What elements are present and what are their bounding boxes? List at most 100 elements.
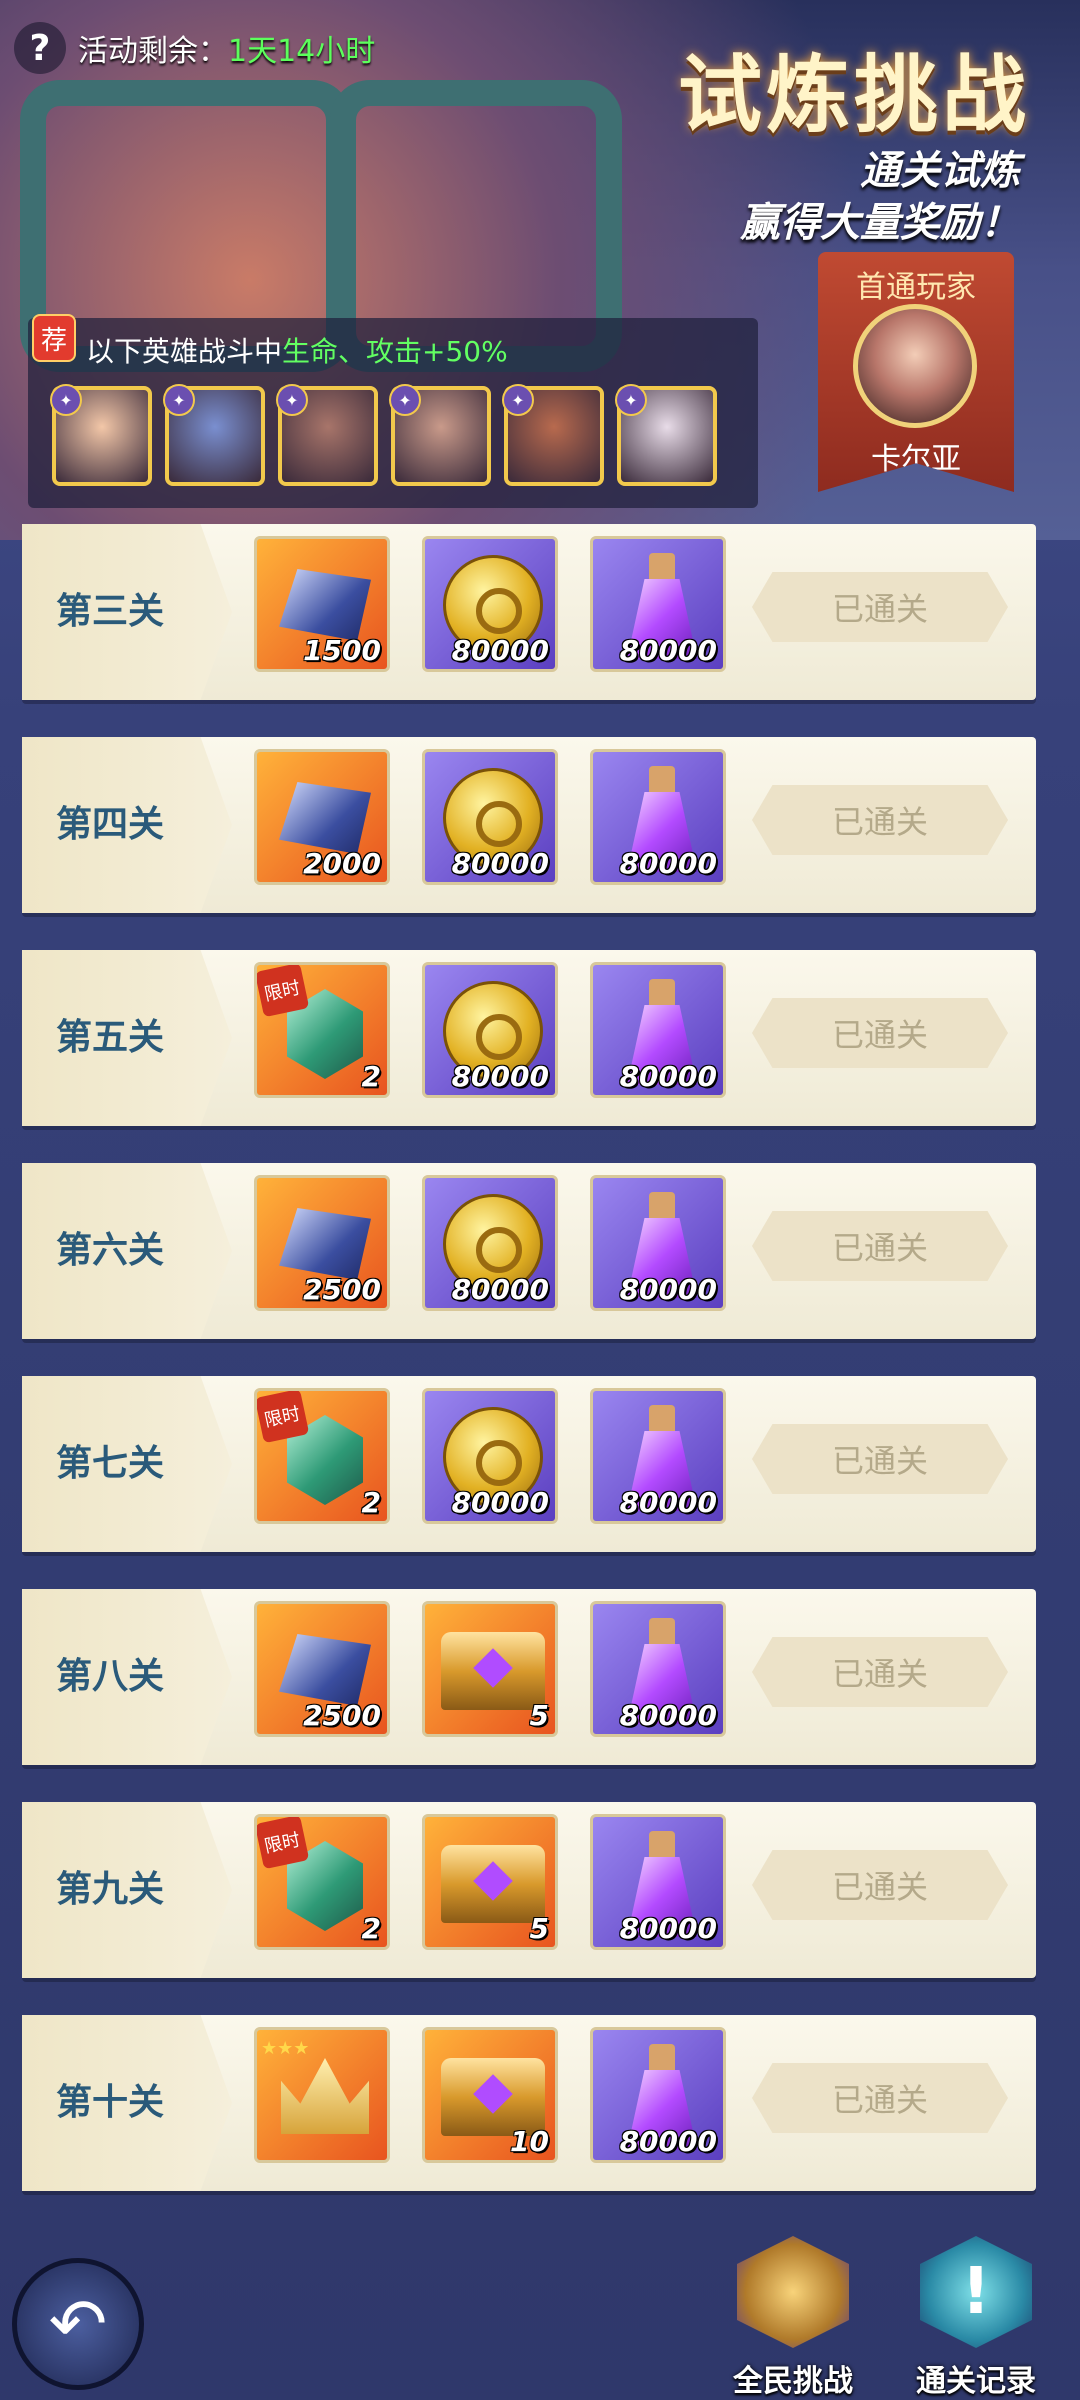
- stage-label: 第三关: [56, 591, 165, 632]
- reward-item-gem[interactable]: 2500: [254, 1175, 390, 1311]
- crystal-icon: [279, 1208, 371, 1280]
- hero-portrait[interactable]: ✦: [502, 384, 604, 486]
- question-mark-icon[interactable]: ?: [14, 22, 66, 74]
- reward-item-token[interactable]: 限时 2: [254, 962, 390, 1098]
- reward-item-gem[interactable]: 2000: [254, 749, 390, 885]
- stage-row: 第三关 1500 80000 80000 已通关: [22, 524, 1036, 700]
- stage-label: 第五关: [56, 1017, 165, 1058]
- reward-quantity: 80000: [619, 1699, 717, 1732]
- cleared-status-button[interactable]: 已通关: [752, 572, 1008, 642]
- reward-quantity: 80000: [451, 634, 549, 667]
- reward-item-gem[interactable]: 1500: [254, 536, 390, 672]
- clear-records-button[interactable]: ! 通关记录: [906, 2236, 1046, 2400]
- hero-class-icon: ✦: [50, 384, 82, 416]
- reward-item-coin[interactable]: 80000: [422, 962, 558, 1098]
- event-timer-bar: ? 活动剩余： 1天14小时: [14, 22, 375, 74]
- stage-row: 第五关 限时 2 80000 80000 已通关: [22, 950, 1036, 1126]
- reward-item-potion[interactable]: 80000: [590, 2027, 726, 2163]
- crystal-icon: [279, 782, 371, 854]
- reward-item-chest[interactable]: 5: [422, 1814, 558, 1950]
- timer-value: 1天14小时: [228, 34, 376, 69]
- recommend-badge: 荐: [32, 314, 76, 362]
- reward-quantity: 80000: [619, 1486, 717, 1519]
- limited-time-tag: 限时: [257, 1391, 310, 1444]
- reward-quantity: 5: [529, 1912, 549, 1945]
- all-challenge-button[interactable]: 全民挑战: [723, 2236, 863, 2400]
- hero-portrait[interactable]: ✦: [276, 384, 378, 486]
- limited-time-tag: 限时: [257, 1817, 310, 1870]
- reward-item-chest[interactable]: 5: [422, 1601, 558, 1737]
- reward-item-chest[interactable]: 10: [422, 2027, 558, 2163]
- reward-item-coin[interactable]: 80000: [422, 1175, 558, 1311]
- exclamation-icon: !: [920, 2236, 1032, 2348]
- reward-item-token[interactable]: 限时 2: [254, 1388, 390, 1524]
- cleared-status-button[interactable]: 已通关: [752, 785, 1008, 855]
- stage-label: 第七关: [56, 1443, 165, 1484]
- reward-quantity: 2500: [303, 1699, 381, 1732]
- stage-row: 第七关 限时 2 80000 80000 已通关: [22, 1376, 1036, 1552]
- potion-cork: [649, 766, 675, 796]
- first-clear-title: 首通玩家: [856, 270, 976, 305]
- cleared-status-button[interactable]: 已通关: [752, 2063, 1008, 2133]
- reward-item-potion[interactable]: 80000: [590, 1388, 726, 1524]
- potion-cork: [649, 1831, 675, 1861]
- stage-row: 第八关 2500 5 80000 已通关: [22, 1589, 1036, 1765]
- reward-item-crown[interactable]: ★★★: [254, 2027, 390, 2163]
- reward-item-potion[interactable]: 80000: [590, 536, 726, 672]
- star-rating-icon: ★★★: [261, 2038, 310, 2059]
- crystal-icon: [279, 1634, 371, 1706]
- stage-row: 第六关 2500 80000 80000 已通关: [22, 1163, 1036, 1339]
- reward-quantity: 2: [361, 1486, 381, 1519]
- page-title: 试炼挑战: [677, 45, 1030, 144]
- stage-row: 第十关 ★★★ 10 80000 已通关: [22, 2015, 1036, 2191]
- reward-item-potion[interactable]: 80000: [590, 1175, 726, 1311]
- cleared-status-button[interactable]: 已通关: [752, 998, 1008, 1068]
- potion-cork: [649, 1618, 675, 1648]
- subtitle-line1: 通关试炼: [860, 148, 1020, 194]
- hero-class-icon: ✦: [389, 384, 421, 416]
- buff-description: 以下英雄战斗中生命、攻击+50%: [86, 330, 508, 370]
- stage-label: 第四关: [56, 804, 165, 845]
- cleared-status-button[interactable]: 已通关: [752, 1424, 1008, 1494]
- reward-item-token[interactable]: 限时 2: [254, 1814, 390, 1950]
- reward-item-potion[interactable]: 80000: [590, 1814, 726, 1950]
- cleared-status-button[interactable]: 已通关: [752, 1211, 1008, 1281]
- reward-item-potion[interactable]: 80000: [590, 749, 726, 885]
- crystal-icon: [279, 569, 371, 641]
- reward-quantity: 80000: [619, 1273, 717, 1306]
- first-clear-banner[interactable]: 首通玩家 卡尔亚: [818, 252, 1014, 492]
- stage-label: 第九关: [56, 1869, 165, 1910]
- buff-text-highlight: 生命、攻击+50%: [282, 335, 508, 368]
- reward-item-potion[interactable]: 80000: [590, 962, 726, 1098]
- reward-quantity: 2500: [303, 1273, 381, 1306]
- reward-item-coin[interactable]: 80000: [422, 536, 558, 672]
- hero-class-icon: ✦: [276, 384, 308, 416]
- reward-item-potion[interactable]: 80000: [590, 1601, 726, 1737]
- potion-cork: [649, 979, 675, 1009]
- reward-item-coin[interactable]: 80000: [422, 749, 558, 885]
- hero-buff-panel: 荐 以下英雄战斗中生命、攻击+50% ✦ ✦ ✦ ✦ ✦ ✦: [28, 314, 758, 508]
- crown-icon: [281, 2058, 369, 2134]
- back-arrow-icon: ↶: [48, 2283, 108, 2365]
- stage-label: 第六关: [56, 1230, 165, 1271]
- stage-list: 第三关 1500 80000 80000 已通关 第四关 2000 80000 80000 已通关…: [22, 524, 1036, 2228]
- reward-item-gem[interactable]: 2500: [254, 1601, 390, 1737]
- stage-label: 第八关: [56, 1656, 165, 1697]
- hero-portrait[interactable]: ✦: [163, 384, 265, 486]
- potion-cork: [649, 1192, 675, 1222]
- hero-portrait[interactable]: ✦: [389, 384, 491, 486]
- avatar: [853, 304, 977, 428]
- stage-row: 第九关 限时 2 5 80000 已通关: [22, 1802, 1036, 1978]
- reward-item-coin[interactable]: 80000: [422, 1388, 558, 1524]
- clear-records-label: 通关记录: [916, 2364, 1036, 2399]
- reward-quantity: 2: [361, 1912, 381, 1945]
- cleared-status-button[interactable]: 已通关: [752, 1850, 1008, 1920]
- hero-portrait[interactable]: ✦: [615, 384, 717, 486]
- stage-label: 第十关: [56, 2082, 165, 2123]
- hero-portrait[interactable]: ✦: [50, 384, 152, 486]
- cleared-status-button[interactable]: 已通关: [752, 1637, 1008, 1707]
- potion-cork: [649, 1405, 675, 1435]
- back-button[interactable]: ↶: [12, 2258, 144, 2390]
- potion-cork: [649, 553, 675, 583]
- hero-class-icon: ✦: [502, 384, 534, 416]
